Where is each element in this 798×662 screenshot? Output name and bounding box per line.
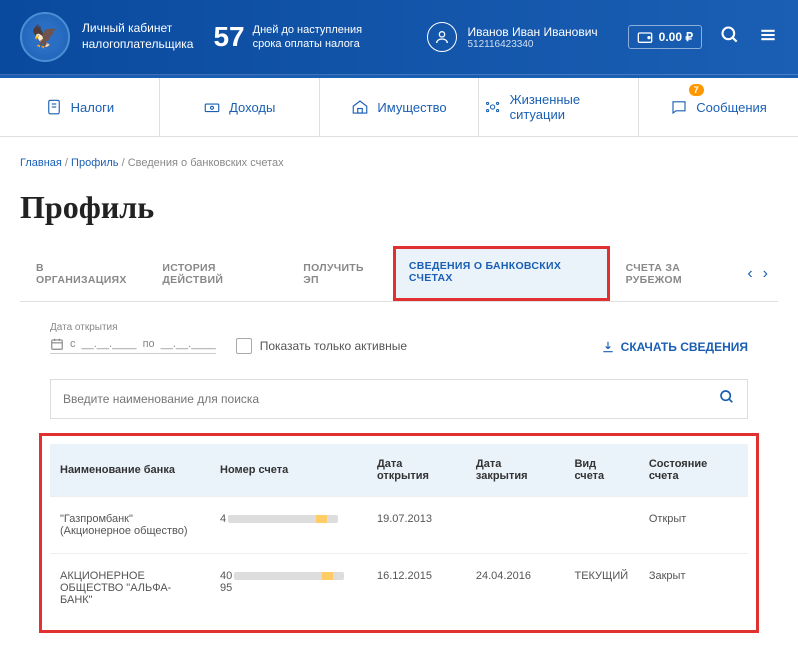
breadcrumb-parent[interactable]: Профиль [71,157,119,169]
taxes-icon [45,98,63,116]
date-to-input[interactable]: __.__.____ [161,338,216,350]
cell-bank: АКЦИОНЕРНОЕ ОБЩЕСТВО "АЛЬФА-БАНК" [50,554,210,623]
cell-bank: "Газпромбанк" (Акционерное общество) [50,497,210,554]
nav-label: Сообщения [696,100,767,115]
cell-opened: 19.07.2013 [367,497,466,554]
date-range: Дата открытия с __.__.____ по __.__.____ [50,322,216,354]
search-input[interactable] [51,380,707,418]
logo-line1: Личный кабинет [82,21,193,37]
th-type[interactable]: Вид счета [564,444,638,497]
nav-messages[interactable]: 7 Сообщения [639,78,798,136]
countdown-text1: Дней до наступления [253,23,362,37]
cell-account: 4 [210,497,367,554]
cell-closed: 24.04.2016 [466,554,565,623]
cell-closed [466,497,565,554]
th-opened[interactable]: Дата открытия [367,444,466,497]
tab-prev-icon[interactable]: ‹ [747,265,752,283]
th-closed[interactable]: Дата закрытия [466,444,565,497]
content: Главная / Профиль / Сведения о банковски… [0,137,798,662]
tab-next-icon[interactable]: › [763,265,768,283]
date-to-prefix: по [143,338,155,350]
nav-income[interactable]: Доходы [160,78,320,136]
active-only-label: Показать только активные [260,339,407,353]
logo-text: Личный кабинет налогоплательщика [82,21,193,52]
user-name: Иванов Иван Иванович [467,25,597,39]
search-box [50,379,748,419]
tab-history[interactable]: ИСТОРИЯ ДЕЙСТВИЙ [146,248,287,300]
navbar: Налоги Доходы Имущество Жизненные ситуац… [0,75,798,137]
countdown-text2: срока оплаты налога [253,37,362,51]
masked-account-icon [228,515,338,523]
nav-label: Доходы [229,100,275,115]
tab-get-ep[interactable]: ПОЛУЧИТЬ ЭП [287,248,393,300]
header: 🦅 Личный кабинет налогоплательщика 57 Дн… [0,0,798,75]
nav-label: Имущество [377,100,446,115]
wallet-balance: 0.00 ₽ [659,30,693,44]
nav-taxes[interactable]: Налоги [0,78,160,136]
menu-button[interactable] [758,25,778,50]
download-button[interactable]: СКАЧАТЬ СВЕДЕНИЯ [601,340,748,354]
breadcrumb-home[interactable]: Главная [20,157,62,169]
cell-state: Закрыт [639,554,748,623]
th-state[interactable]: Состояние счета [639,444,748,497]
logo-seal-icon: 🦅 [20,12,70,62]
nav-label: Налоги [71,100,115,115]
nav-label: Жизненные ситуации [510,92,634,122]
breadcrumb: Главная / Профиль / Сведения о банковски… [20,157,778,169]
accounts-table: Наименование банка Номер счета Дата откр… [50,444,748,622]
table-row: "Газпромбанк" (Акционерное общество) 4 1… [50,497,748,554]
table-row: АКЦИОНЕРНОЕ ОБЩЕСТВО "АЛЬФА-БАНК" 4095 1… [50,554,748,623]
cell-type [564,497,638,554]
messages-icon [670,98,688,116]
tabs: В ОРГАНИЗАЦИЯХ ИСТОРИЯ ДЕЙСТВИЙ ПОЛУЧИТЬ… [20,246,778,302]
countdown-days: 57 [213,21,244,53]
tab-bank-accounts[interactable]: СВЕДЕНИЯ О БАНКОВСКИХ СЧЕТАХ [393,246,610,301]
table-header-row: Наименование банка Номер счета Дата откр… [50,444,748,497]
user-block[interactable]: Иванов Иван Иванович 512116423340 [417,17,607,57]
active-only-checkbox[interactable]: Показать только активные [236,338,407,354]
download-icon [601,340,615,354]
checkbox-icon [236,338,252,354]
filters: Дата открытия с __.__.____ по __.__.____… [20,302,778,364]
cell-opened: 16.12.2015 [367,554,466,623]
nav-situations[interactable]: Жизненные ситуации [479,78,639,136]
tab-organizations[interactable]: В ОРГАНИЗАЦИЯХ [20,248,146,300]
date-from-input[interactable]: __.__.____ [82,338,137,350]
cell-state: Открыт [639,497,748,554]
masked-account-icon [234,572,344,580]
nav-property[interactable]: Имущество [320,78,480,136]
logo-line2: налогоплательщика [82,37,193,53]
search-button[interactable] [720,25,740,50]
date-label: Дата открытия [50,322,216,333]
th-account[interactable]: Номер счета [210,444,367,497]
income-icon [203,98,221,116]
cell-type: ТЕКУЩИЙ [564,554,638,623]
accounts-table-wrap: Наименование банка Номер счета Дата откр… [50,444,748,622]
search-icon[interactable] [707,389,747,410]
download-label: СКАЧАТЬ СВЕДЕНИЯ [621,340,748,354]
countdown: 57 Дней до наступления срока оплаты нало… [213,21,362,53]
wallet-button[interactable]: 0.00 ₽ [628,25,702,49]
date-from-prefix: с [70,338,76,350]
property-icon [351,98,369,116]
breadcrumb-current: Сведения о банковских счетах [128,157,284,169]
tab-foreign-accounts[interactable]: СЧЕТА ЗА РУБЕЖОМ [610,248,748,300]
cell-account: 4095 [210,554,367,623]
user-id: 512116423340 [467,39,597,50]
th-bank[interactable]: Наименование банка [50,444,210,497]
calendar-icon[interactable] [50,337,64,351]
situations-icon [484,98,501,116]
page-title: Профиль [20,189,778,226]
msg-badge: 7 [689,84,704,96]
avatar-icon [427,22,457,52]
